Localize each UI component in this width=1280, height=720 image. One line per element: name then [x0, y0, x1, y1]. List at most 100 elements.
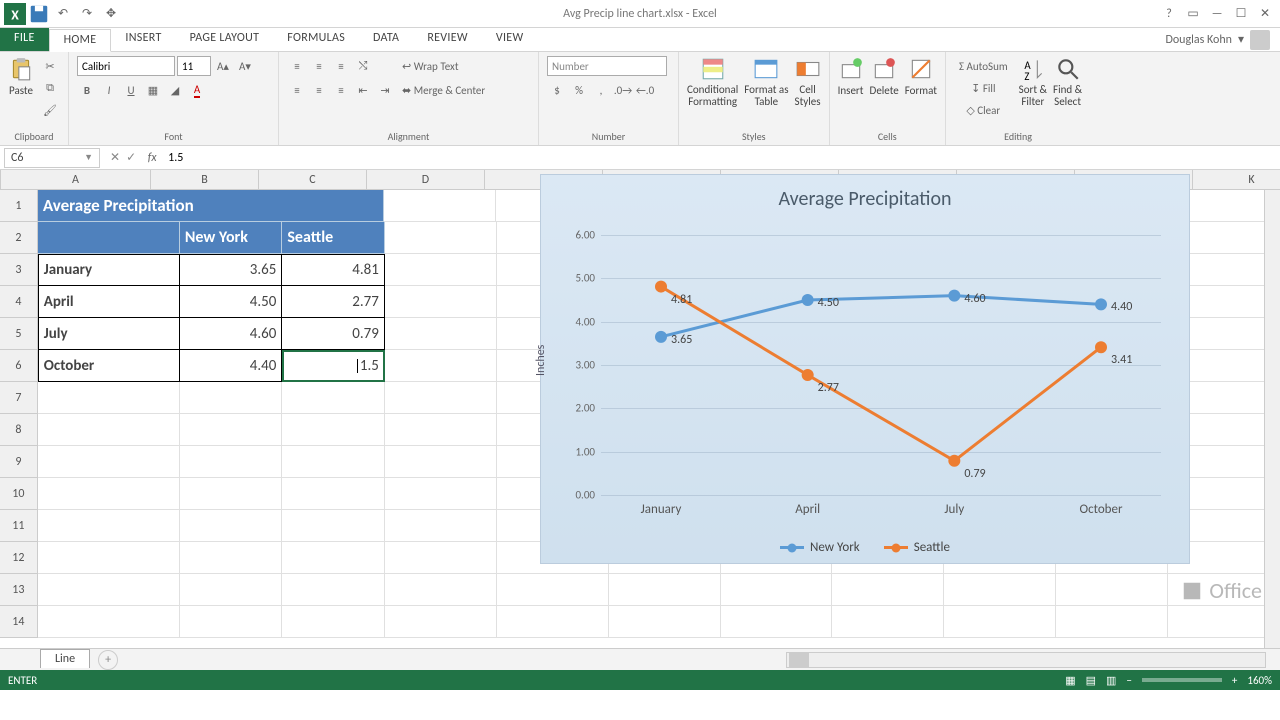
cell-C7[interactable]	[282, 382, 384, 414]
row-header-4[interactable]: 4	[0, 286, 38, 318]
cell-A7[interactable]	[38, 382, 180, 414]
cell-F14[interactable]	[609, 606, 721, 638]
cell-D1[interactable]	[384, 190, 496, 222]
cell-G14[interactable]	[721, 606, 833, 638]
cell-C12[interactable]	[282, 542, 384, 574]
name-box[interactable]: C6▼	[4, 148, 100, 168]
percent-button[interactable]: %	[569, 80, 589, 100]
tab-insert[interactable]: INSERT	[111, 28, 175, 51]
align-center-button[interactable]: ≡	[309, 80, 329, 100]
sheet-tab-line[interactable]: Line	[40, 649, 90, 668]
cell-B13[interactable]	[180, 574, 282, 606]
tab-home[interactable]: HOME	[49, 29, 112, 52]
cell-A1[interactable]: Average Precipitation	[38, 190, 384, 222]
zoom-out-button[interactable]: −	[1126, 674, 1131, 687]
tab-data[interactable]: DATA	[359, 28, 413, 51]
cell-C4[interactable]: 2.77	[282, 286, 384, 318]
delete-cells-button[interactable]: Delete	[870, 56, 899, 97]
cell-C6[interactable]: 1.5	[282, 350, 384, 382]
redo-icon[interactable]: ↷	[76, 3, 98, 25]
cell-A2[interactable]	[38, 222, 180, 254]
cell-D12[interactable]	[385, 542, 497, 574]
cell-C8[interactable]	[282, 414, 384, 446]
row-header-3[interactable]: 3	[0, 254, 38, 286]
zoom-slider[interactable]	[1142, 678, 1222, 682]
cell-B4[interactable]: 4.50	[180, 286, 282, 318]
clear-button[interactable]: ◇ Clear	[954, 100, 1013, 120]
align-left-button[interactable]: ≡	[287, 80, 307, 100]
zoom-in-button[interactable]: +	[1232, 674, 1237, 687]
cell-D4[interactable]	[385, 286, 497, 318]
cell-B9[interactable]	[180, 446, 282, 478]
currency-button[interactable]: $	[547, 80, 567, 100]
cell-D9[interactable]	[385, 446, 497, 478]
cell-D10[interactable]	[385, 478, 497, 510]
row-header-8[interactable]: 8	[0, 414, 38, 446]
view-break-icon[interactable]: ▥	[1106, 674, 1116, 687]
fx-icon[interactable]: fx	[142, 151, 162, 165]
cell-A12[interactable]	[38, 542, 180, 574]
cell-D3[interactable]	[385, 254, 497, 286]
tab-formulas[interactable]: FORMULAS	[273, 28, 359, 51]
cell-A6[interactable]: October	[38, 350, 180, 382]
cell-D13[interactable]	[385, 574, 497, 606]
increase-decimal-button[interactable]: .0→	[613, 80, 633, 100]
row-header-13[interactable]: 13	[0, 574, 38, 606]
cell-B3[interactable]: 3.65	[180, 254, 282, 286]
horizontal-scrollbar[interactable]	[786, 652, 1266, 668]
maximize-icon[interactable]: ☐	[1230, 3, 1252, 25]
row-header-10[interactable]: 10	[0, 478, 38, 510]
cell-A5[interactable]: July	[38, 318, 180, 350]
cell-D14[interactable]	[385, 606, 497, 638]
help-icon[interactable]: ?	[1158, 3, 1180, 25]
paste-button[interactable]: Paste	[8, 56, 34, 97]
cell-G13[interactable]	[721, 574, 833, 606]
view-normal-icon[interactable]: ▦	[1065, 674, 1075, 687]
row-header-2[interactable]: 2	[0, 222, 38, 254]
cell-I14[interactable]	[944, 606, 1056, 638]
close-icon[interactable]: ✕	[1254, 3, 1276, 25]
insert-cells-button[interactable]: Insert	[838, 56, 864, 97]
column-header-A[interactable]: A	[1, 170, 151, 189]
autosum-button[interactable]: Σ AutoSum	[954, 56, 1013, 76]
row-header-11[interactable]: 11	[0, 510, 38, 542]
sort-filter-button[interactable]: AZSort & Filter	[1019, 56, 1047, 108]
grow-font-button[interactable]: A▴	[213, 56, 233, 76]
conditional-formatting-button[interactable]: Conditional Formatting	[687, 56, 738, 108]
shrink-font-button[interactable]: A▾	[235, 56, 255, 76]
view-layout-icon[interactable]: ▤	[1086, 674, 1096, 687]
align-right-button[interactable]: ≡	[331, 80, 351, 100]
new-sheet-button[interactable]: +	[98, 650, 118, 670]
number-format-select[interactable]	[547, 56, 667, 76]
column-header-K[interactable]: K	[1193, 170, 1280, 189]
cell-C5[interactable]: 0.79	[282, 318, 384, 350]
tab-file[interactable]: FILE	[0, 28, 49, 51]
row-header-12[interactable]: 12	[0, 542, 38, 574]
find-select-button[interactable]: Find & Select	[1053, 56, 1082, 108]
comma-button[interactable]: ,	[591, 80, 611, 100]
merge-center-button[interactable]: ⬌ Merge & Center	[397, 80, 490, 100]
cell-D2[interactable]	[385, 222, 497, 254]
cell-B2[interactable]: New York	[180, 222, 282, 254]
format-cells-button[interactable]: Format	[905, 56, 937, 97]
cell-A14[interactable]	[38, 606, 180, 638]
cell-I13[interactable]	[944, 574, 1056, 606]
chart-object[interactable]: Average Precipitation Inches 0.001.002.0…	[540, 174, 1190, 564]
font-color-button[interactable]: A	[187, 80, 207, 100]
cell-E14[interactable]	[497, 606, 609, 638]
row-header-5[interactable]: 5	[0, 318, 38, 350]
cell-A9[interactable]	[38, 446, 180, 478]
cell-D5[interactable]	[385, 318, 497, 350]
column-header-C[interactable]: C	[259, 170, 367, 189]
tab-review[interactable]: REVIEW	[413, 28, 482, 51]
cell-A10[interactable]	[38, 478, 180, 510]
cell-D11[interactable]	[385, 510, 497, 542]
copy-button[interactable]: ⧉	[40, 78, 60, 98]
cell-A11[interactable]	[38, 510, 180, 542]
undo-icon[interactable]: ↶	[52, 3, 74, 25]
bold-button[interactable]: B	[77, 80, 97, 100]
row-header-6[interactable]: 6	[0, 350, 38, 382]
underline-button[interactable]: U	[121, 80, 141, 100]
cell-C9[interactable]	[282, 446, 384, 478]
column-header-D[interactable]: D	[367, 170, 485, 189]
